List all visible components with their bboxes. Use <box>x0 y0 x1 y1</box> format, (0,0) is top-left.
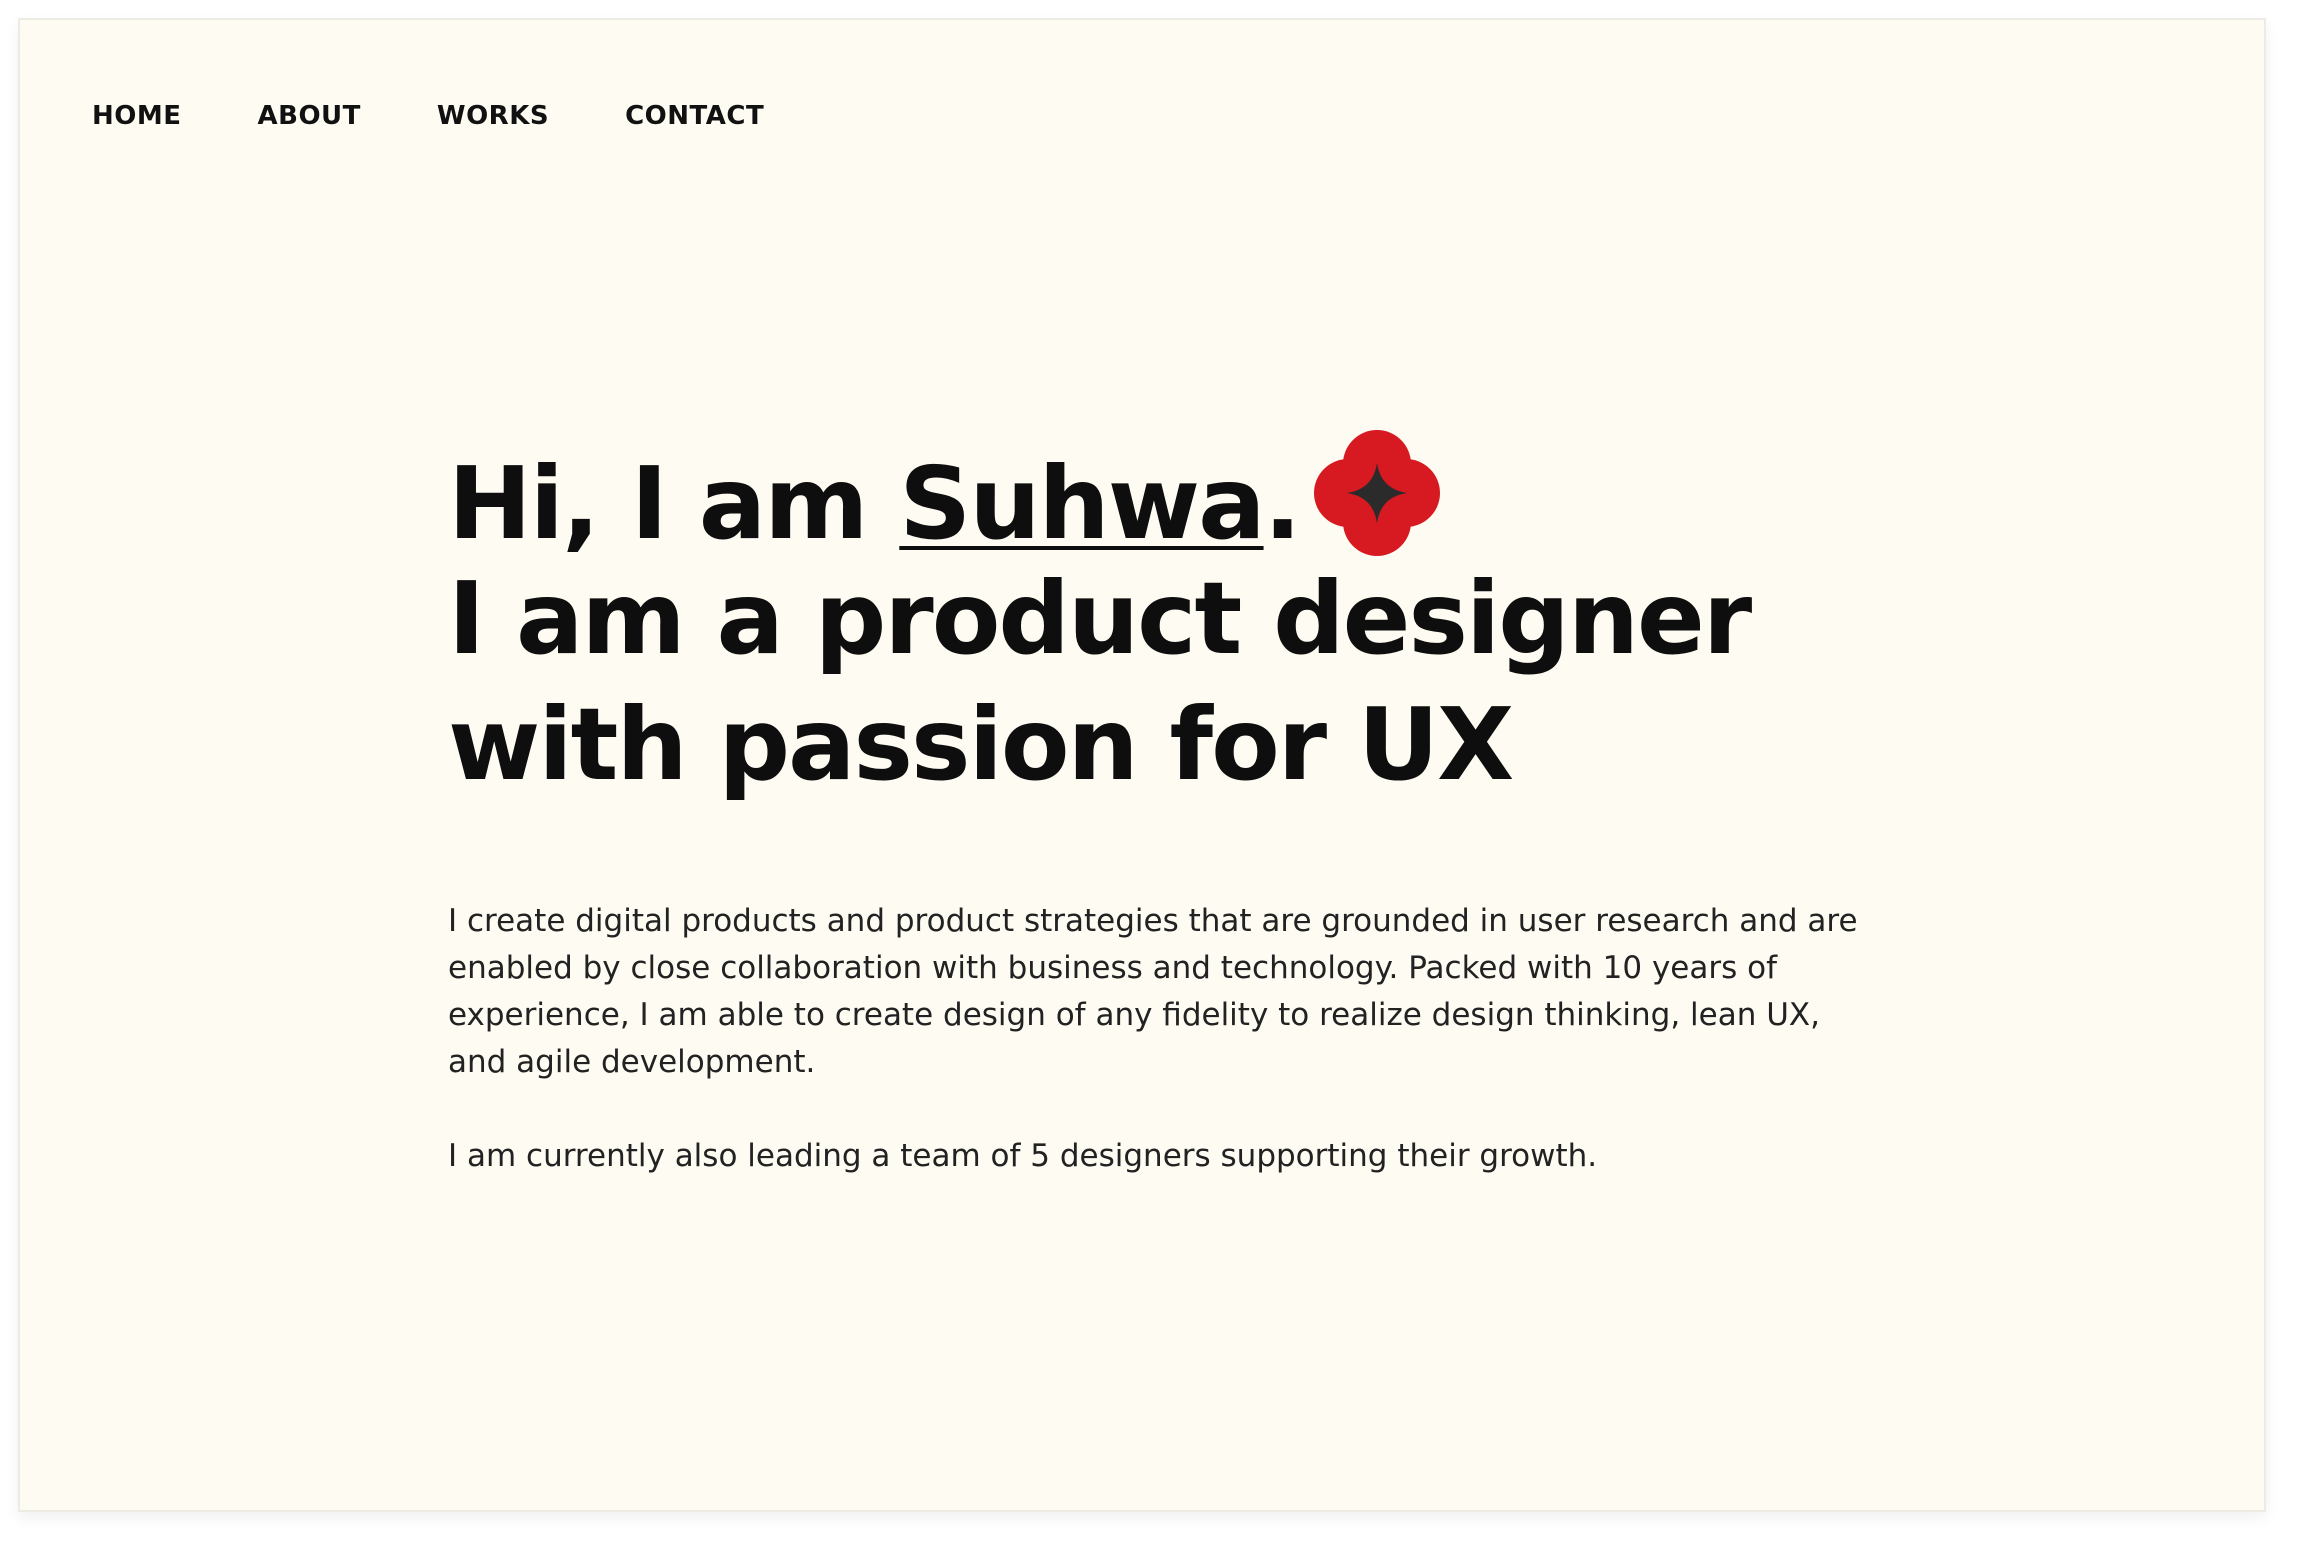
greeting-suffix: . <box>1263 445 1302 562</box>
greeting-prefix: Hi, I am <box>448 445 900 562</box>
name-link[interactable]: Suhwa <box>899 445 1265 562</box>
bio-paragraph-2: I am currently also leading a team of 5 … <box>448 1138 1598 1174</box>
page-card: HOME ABOUT WORKS CONTACT Hi, I am Suhwa. <box>18 18 2266 1512</box>
top-nav: HOME ABOUT WORKS CONTACT <box>92 94 840 138</box>
bio-text: I create digital products and product st… <box>448 898 1868 1227</box>
headline-line-1: Hi, I am Suhwa. <box>448 430 2008 562</box>
bio-paragraph-1: I create digital products and product st… <box>448 903 1858 1080</box>
nav-about-link[interactable]: ABOUT <box>258 101 361 131</box>
headline-line-2: I am a product designer <box>448 560 1752 677</box>
hero-headline: Hi, I am Suhwa. I am a product designer … <box>448 430 2008 808</box>
nav-works-link[interactable]: WORKS <box>437 101 549 131</box>
hero-section: Hi, I am Suhwa. I am a product designer … <box>448 430 2008 808</box>
four-petal-flower-icon <box>1313 430 1440 556</box>
headline-line-3: with passion for UX <box>448 686 1514 803</box>
nav-contact-link[interactable]: CONTACT <box>625 101 764 131</box>
nav-home-link[interactable]: HOME <box>92 101 182 131</box>
